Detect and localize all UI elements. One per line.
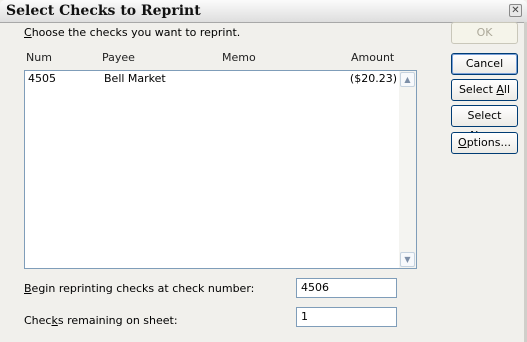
select-all-label-rest: ll [503,83,511,96]
title-bar: Select Checks to Reprint ✕ [0,0,527,23]
checks-remaining-field[interactable]: 1 [296,307,397,327]
checks-remaining-label: Checks remaining on sheet: [24,314,178,327]
remaining-label-rest: s remaining on sheet: [57,314,178,327]
column-header-num: Num [26,51,52,64]
list-scrollbar[interactable]: ▲ ▼ [399,71,416,268]
begin-mnemonic: B [24,282,32,295]
list-item[interactable]: 4505 Bell Market ($20.23) [25,71,399,86]
select-all-button[interactable]: Select All [451,79,518,101]
options-label: ptions... [466,136,511,149]
begin-check-number-field[interactable]: 4506 [296,278,397,298]
scroll-up-button[interactable]: ▲ [400,72,415,87]
instruction-mnemonic: C [24,26,32,39]
instruction-label: Choose the checks you want to reprint. [24,26,240,39]
select-all-mnemonic: A [496,83,504,96]
remaining-label-pre: Chec [24,314,52,327]
select-none-label: Select [467,109,502,122]
options-button[interactable]: Options... [451,132,518,154]
check-amount: ($20.23) [349,72,397,85]
check-payee: Bell Market [104,72,166,85]
column-header-payee: Payee [102,51,135,64]
check-num: 4505 [28,72,56,85]
select-checks-dialog: Select Checks to Reprint ✕ Choose the ch… [0,0,527,342]
scroll-down-button[interactable]: ▼ [400,252,415,267]
instruction-text: hoose the checks you want to reprint. [31,26,241,39]
close-icon: ✕ [511,5,520,16]
cancel-button[interactable]: Cancel [451,53,518,75]
close-button[interactable]: ✕ [509,4,522,17]
column-header-amount: Amount [351,51,395,64]
column-header-memo: Memo [222,51,256,64]
begin-check-number-label: Begin reprinting checks at check number: [24,282,254,295]
select-all-label: Select [458,83,497,96]
options-mnemonic: O [458,136,467,149]
checks-list[interactable]: 4505 Bell Market ($20.23) ▲ ▼ [24,70,417,269]
chevron-down-icon: ▼ [404,255,411,264]
window-title: Select Checks to Reprint [6,3,201,19]
ok-button[interactable]: OK [451,22,518,44]
chevron-up-icon: ▲ [404,75,411,84]
begin-label-text: egin reprinting checks at check number: [31,282,255,295]
select-none-button[interactable]: Select None [451,105,518,142]
